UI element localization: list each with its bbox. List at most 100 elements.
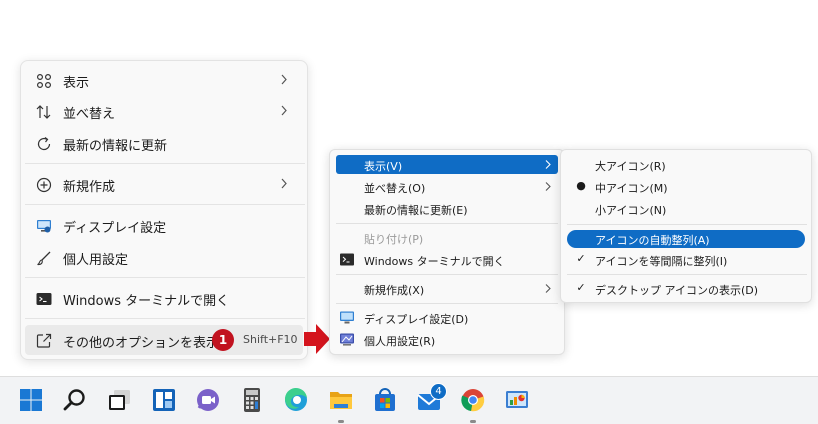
terminal-icon — [340, 253, 354, 266]
menu-item-label: 最新の情報に更新(E) — [364, 204, 468, 217]
classic-item-new[interactable]: 新規作成(X) — [336, 279, 558, 298]
menu-separator — [567, 274, 807, 275]
menu-item-label: 新規作成 — [63, 180, 116, 195]
terminal-icon — [35, 290, 52, 307]
menu-item-label: ディスプレイ設定(D) — [364, 313, 469, 326]
sort-icon — [35, 103, 52, 120]
menu-separator — [25, 318, 305, 319]
radio-dot-icon: ● — [576, 179, 586, 192]
personalize-icon — [340, 333, 354, 346]
menu-item-label: 表示(V) — [364, 160, 403, 173]
menu-item-label: 大アイコン(R) — [595, 160, 666, 173]
menu-item-label: Windows ターミナルで開く — [63, 294, 230, 309]
store-icon — [375, 388, 395, 411]
grid-icon — [35, 72, 52, 89]
store-button[interactable] — [371, 386, 399, 414]
classic-item-view[interactable]: 表示(V) — [336, 155, 558, 174]
menu-separator — [336, 223, 558, 224]
menu-item-label: アイコンを等間隔に整列(I) — [595, 255, 728, 268]
menu-item-personalize[interactable]: 個人用設定 — [25, 242, 303, 272]
chevron-right-icon — [281, 178, 287, 189]
classic-item-personalize[interactable]: 個人用設定(R) — [336, 330, 558, 349]
menu-separator — [25, 277, 305, 278]
menu-item-label: 表示 — [63, 76, 90, 91]
menu-separator — [567, 224, 807, 225]
notification-count-badge: 4 — [430, 383, 447, 400]
task-view-icon — [109, 390, 130, 410]
classic-item-open-terminal[interactable]: Windows ターミナルで開く — [336, 250, 558, 269]
menu-item-show-more-options[interactable]: その他のオプションを表示 1 Shift+F10 — [25, 325, 303, 355]
view-submenu: 大アイコン(R) ● 中アイコン(M) 小アイコン(N) アイコンの自動整列(A… — [560, 149, 812, 303]
chevron-right-icon — [281, 74, 287, 85]
running-indicator — [470, 420, 476, 423]
add-circle-icon — [35, 176, 52, 193]
classic-context-menu: 表示(V) 並べ替え(O) 最新の情報に更新(E) 貼り付け(P) Window… — [329, 149, 565, 355]
search-icon — [63, 389, 85, 411]
menu-item-label: その他のオプションを表示 — [63, 336, 220, 351]
control-panel-icon — [506, 391, 528, 408]
file-explorer-button[interactable] — [327, 386, 355, 423]
menu-separator — [25, 163, 305, 164]
menu-separator — [336, 303, 558, 304]
widgets-button[interactable] — [150, 386, 178, 414]
chat-button[interactable] — [194, 386, 222, 414]
menu-item-label: 小アイコン(N) — [595, 204, 667, 217]
menu-item-new[interactable]: 新規作成 — [25, 169, 303, 199]
windows11-context-menu: 表示 並べ替え 最新の情報に更新 新規作成 ディスプレイ設定 個人用設定 Win… — [20, 60, 308, 360]
edge-button[interactable] — [282, 386, 310, 414]
menu-item-label: 新規作成(X) — [364, 284, 425, 297]
check-mark — [574, 231, 588, 245]
submenu-item-small-icons[interactable]: 小アイコン(N) — [567, 200, 805, 218]
chrome-button[interactable] — [459, 386, 487, 423]
classic-item-display-settings[interactable]: ディスプレイ設定(D) — [336, 308, 558, 327]
search-button[interactable] — [61, 386, 89, 414]
open-external-icon — [35, 332, 52, 349]
start-icon — [20, 389, 42, 411]
menu-item-label: デスクトップ アイコンの表示(D) — [595, 284, 758, 297]
submenu-item-large-icons[interactable]: 大アイコン(R) — [567, 156, 805, 174]
chevron-right-icon — [281, 105, 287, 116]
classic-item-refresh[interactable]: 最新の情報に更新(E) — [336, 199, 558, 218]
submenu-item-auto-arrange[interactable]: アイコンの自動整列(A) — [567, 230, 805, 248]
menu-item-display-settings[interactable]: ディスプレイ設定 — [25, 210, 303, 240]
check-icon: ✓ — [576, 252, 586, 265]
radio-mark — [574, 201, 588, 215]
submenu-item-medium-icons[interactable]: ● 中アイコン(M) — [567, 178, 805, 196]
mail-button[interactable]: 4 — [415, 383, 447, 414]
menu-item-label: 個人用設定(R) — [364, 335, 436, 348]
step-number-badge: 1 — [212, 329, 234, 351]
submenu-item-show-desktop-icons[interactable]: ✓ デスクトップ アイコンの表示(D) — [567, 280, 805, 298]
chevron-right-icon — [545, 160, 551, 169]
submenu-item-align-to-grid[interactable]: ✓ アイコンを等間隔に整列(I) — [567, 251, 805, 269]
menu-separator — [336, 274, 558, 275]
calculator-button[interactable] — [238, 386, 266, 414]
menu-item-label: 並べ替え — [63, 107, 116, 122]
edge-icon — [284, 387, 307, 411]
display-settings-icon — [35, 217, 52, 234]
keyboard-shortcut: Shift+F10 — [243, 333, 298, 346]
chrome-icon — [461, 389, 485, 412]
task-view-button[interactable] — [105, 386, 133, 414]
menu-separator — [25, 204, 305, 205]
chevron-right-icon — [545, 182, 551, 191]
menu-item-open-terminal[interactable]: Windows ターミナルで開く — [25, 283, 303, 313]
running-indicator — [338, 420, 344, 423]
menu-item-label: 最新の情報に更新 — [63, 139, 168, 154]
menu-item-label: 中アイコン(M) — [595, 182, 668, 195]
menu-item-label: アイコンの自動整列(A) — [595, 234, 710, 247]
menu-item-label: Windows ターミナルで開く — [364, 255, 505, 268]
radio-mark — [574, 157, 588, 171]
refresh-icon — [35, 135, 52, 152]
display-settings-icon — [340, 311, 354, 324]
check-icon: ✓ — [576, 281, 586, 294]
start-button[interactable] — [17, 386, 45, 414]
menu-item-sort[interactable]: 並べ替え — [25, 96, 303, 126]
chevron-right-icon — [545, 284, 551, 293]
control-panel-button[interactable] — [503, 386, 531, 414]
calculator-icon — [244, 388, 260, 412]
menu-item-refresh[interactable]: 最新の情報に更新 — [25, 128, 303, 158]
menu-item-view[interactable]: 表示 — [25, 65, 303, 95]
menu-item-label: ディスプレイ設定 — [63, 221, 167, 236]
classic-item-sort[interactable]: 並べ替え(O) — [336, 177, 558, 196]
chat-icon — [197, 389, 219, 411]
